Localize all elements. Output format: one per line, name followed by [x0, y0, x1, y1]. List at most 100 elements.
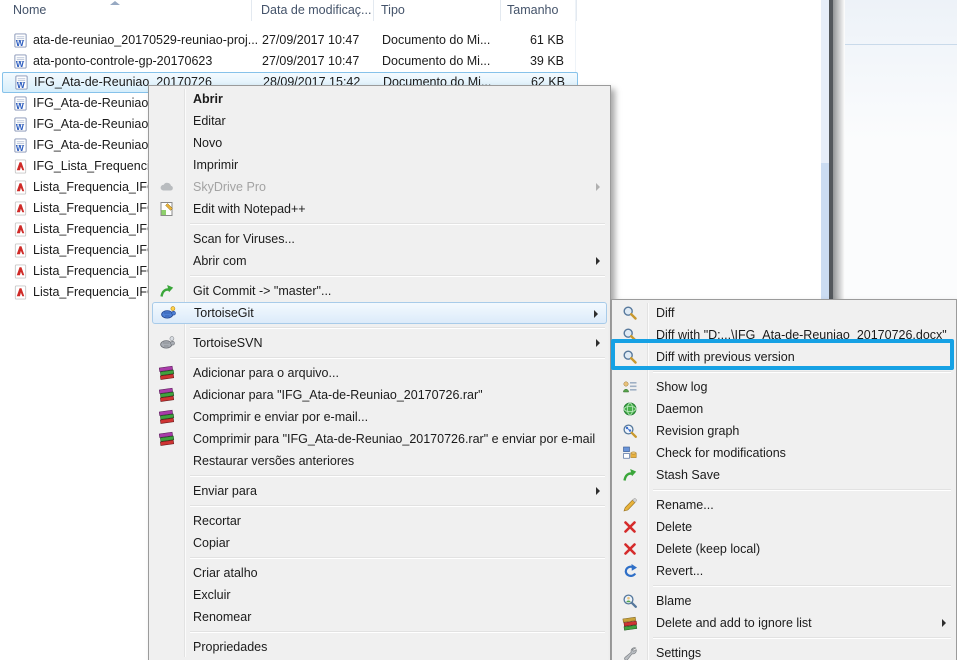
- file-name: Lista_Frequencia_IFG_: [33, 177, 164, 198]
- column-header-data[interactable]: Data de modificaç...: [261, 3, 371, 17]
- menu-item-propriedades[interactable]: Propriedades: [151, 636, 608, 658]
- file-row[interactable]: W ata-de-reuniao_20170529-reuniao-proj..…: [2, 30, 576, 51]
- column-divider[interactable]: [251, 0, 252, 21]
- menu-separator: [653, 585, 951, 587]
- file-row[interactable]: W ata-ponto-controle-gp-20170623 27/09/2…: [2, 51, 576, 72]
- menu-item-enviar-para[interactable]: Enviar para: [151, 480, 608, 502]
- file-name: Lista_Frequencia_IFG_: [33, 219, 164, 240]
- menu-separator: [190, 557, 605, 559]
- explorer-window: Nome Data de modificaç... Tipo Tamanho W…: [0, 0, 957, 660]
- pdf-file-icon: [13, 285, 28, 300]
- menu-item-copiar[interactable]: Copiar: [151, 532, 608, 554]
- column-divider[interactable]: [373, 0, 374, 21]
- submenu-item-diff[interactable]: Diff: [614, 302, 954, 324]
- submenu-arrow-icon: [596, 257, 600, 265]
- menu-item-label: Enviar para: [193, 484, 257, 498]
- menu-item-label: Delete (keep local): [656, 542, 760, 556]
- menu-item-editar[interactable]: Editar: [151, 110, 608, 132]
- menu-item-renomear[interactable]: Renomear: [151, 606, 608, 628]
- show-log-icon: [622, 379, 638, 395]
- menu-item-abrir[interactable]: Abrir: [151, 88, 608, 110]
- menu-separator: [190, 505, 605, 507]
- menu-item-criar-atalho[interactable]: Criar atalho: [151, 562, 608, 584]
- submenu-item-delete[interactable]: Delete: [614, 516, 954, 538]
- submenu-item-revision-graph[interactable]: Revision graph: [614, 420, 954, 442]
- menu-separator: [190, 475, 605, 477]
- menu-item-tortoisegit[interactable]: TortoiseGit: [152, 302, 607, 324]
- menu-item-comprimir-email[interactable]: Comprimir e enviar por e-mail...: [151, 406, 608, 428]
- pdf-file-icon: [13, 264, 28, 279]
- pdf-file-icon: [13, 159, 28, 174]
- submenu-arrow-icon: [594, 310, 598, 318]
- menu-item-git-commit[interactable]: Git Commit -> "master"...: [151, 280, 608, 302]
- submenu-item-daemon[interactable]: Daemon: [614, 398, 954, 420]
- submenu-arrow-icon: [596, 339, 600, 347]
- menu-item-label: Abrir com: [193, 254, 246, 268]
- svg-text:W: W: [16, 143, 24, 153]
- submenu-item-stash-save[interactable]: Stash Save: [614, 464, 954, 486]
- menu-item-label: Imprimir: [193, 158, 238, 172]
- menu-item-comprimir-para-rar-email[interactable]: Comprimir para "IFG_Ata-de-Reuniao_20170…: [151, 428, 608, 450]
- file-name: Lista_Frequencia_IFG_: [33, 198, 164, 219]
- file-name: Lista_Frequencia_IFG_: [33, 261, 164, 282]
- svg-text:W: W: [16, 101, 24, 111]
- menu-item-label: Stash Save: [656, 468, 720, 482]
- submenu-item-rename[interactable]: Rename...: [614, 494, 954, 516]
- menu-item-label: Check for modifications: [656, 446, 786, 460]
- column-header-tamanho[interactable]: Tamanho: [507, 3, 558, 17]
- menu-item-scan-for-viruses[interactable]: Scan for Viruses...: [151, 228, 608, 250]
- menu-item-label: Comprimir e enviar por e-mail...: [193, 410, 368, 424]
- menu-item-abrir-com[interactable]: Abrir com: [151, 250, 608, 272]
- submenu-item-blame[interactable]: Blame: [614, 590, 954, 612]
- file-modified-date: 27/09/2017 10:47: [262, 51, 359, 72]
- menu-separator: [190, 357, 605, 359]
- submenu-item-delete-keep-local[interactable]: Delete (keep local): [614, 538, 954, 560]
- file-name: IFG_Ata-de-Reuniao_2: [33, 93, 162, 114]
- pdf-file-icon: [13, 201, 28, 216]
- menu-item-excluir[interactable]: Excluir: [151, 584, 608, 606]
- submenu-item-revert[interactable]: Revert...: [614, 560, 954, 582]
- menu-item-tortoisesvn[interactable]: TortoiseSVN: [151, 332, 608, 354]
- menu-item-label: Delete: [656, 520, 692, 534]
- menu-item-edit-with-notepadpp[interactable]: Edit with Notepad++: [151, 198, 608, 220]
- submenu-item-show-log[interactable]: Show log: [614, 376, 954, 398]
- menu-item-recortar[interactable]: Recortar: [151, 510, 608, 532]
- menu-item-label: Delete and add to ignore list: [656, 616, 812, 630]
- menu-item-label: Diff: [656, 306, 675, 320]
- menu-item-restaurar-versoes[interactable]: Restaurar versões anteriores: [151, 450, 608, 472]
- menu-item-label: Rename...: [656, 498, 714, 512]
- menu-item-adicionar-para-rar[interactable]: Adicionar para "IFG_Ata-de-Reuniao_20170…: [151, 384, 608, 406]
- column-divider[interactable]: [576, 0, 577, 21]
- submenu-item-delete-and-ignore[interactable]: Delete and add to ignore list: [614, 612, 954, 634]
- menu-item-label: Novo: [193, 136, 222, 150]
- column-divider[interactable]: [500, 0, 501, 21]
- word-file-icon: W: [13, 117, 28, 132]
- menu-item-label: TortoiseGit: [194, 306, 254, 320]
- column-header-nome[interactable]: Nome: [13, 3, 46, 17]
- word-file-icon: W: [13, 33, 28, 48]
- pdf-file-icon: [13, 222, 28, 237]
- menu-item-label: Revert...: [656, 564, 703, 578]
- column-header-tipo[interactable]: Tipo: [381, 3, 405, 17]
- menu-separator: [653, 637, 951, 639]
- menu-item-label: SkyDrive Pro: [193, 180, 266, 194]
- context-menu: Abrir Editar Novo Imprimir SkyDrive Pro …: [148, 85, 611, 660]
- menu-item-novo[interactable]: Novo: [151, 132, 608, 154]
- menu-separator: [653, 489, 951, 491]
- daemon-globe-icon: [622, 401, 638, 417]
- menu-item-label: Edit with Notepad++: [193, 202, 306, 216]
- file-modified-date: 27/09/2017 10:47: [262, 30, 359, 51]
- submenu-arrow-icon: [596, 183, 600, 191]
- check-modifications-icon: [622, 445, 638, 461]
- winrar-books-icon: [159, 387, 175, 403]
- submenu-arrow-icon: [596, 487, 600, 495]
- menu-item-label: Abrir: [193, 92, 223, 106]
- file-name: ata-ponto-controle-gp-20170623: [33, 51, 212, 72]
- menu-item-skydrive-pro[interactable]: SkyDrive Pro: [151, 176, 608, 198]
- menu-item-adicionar-arquivo[interactable]: Adicionar para o arquivo...: [151, 362, 608, 384]
- submenu-item-check-for-modifications[interactable]: Check for modifications: [614, 442, 954, 464]
- menu-item-imprimir[interactable]: Imprimir: [151, 154, 608, 176]
- delete-x-icon: [622, 541, 638, 557]
- menu-separator: [653, 371, 951, 373]
- submenu-item-settings[interactable]: Settings: [614, 642, 954, 660]
